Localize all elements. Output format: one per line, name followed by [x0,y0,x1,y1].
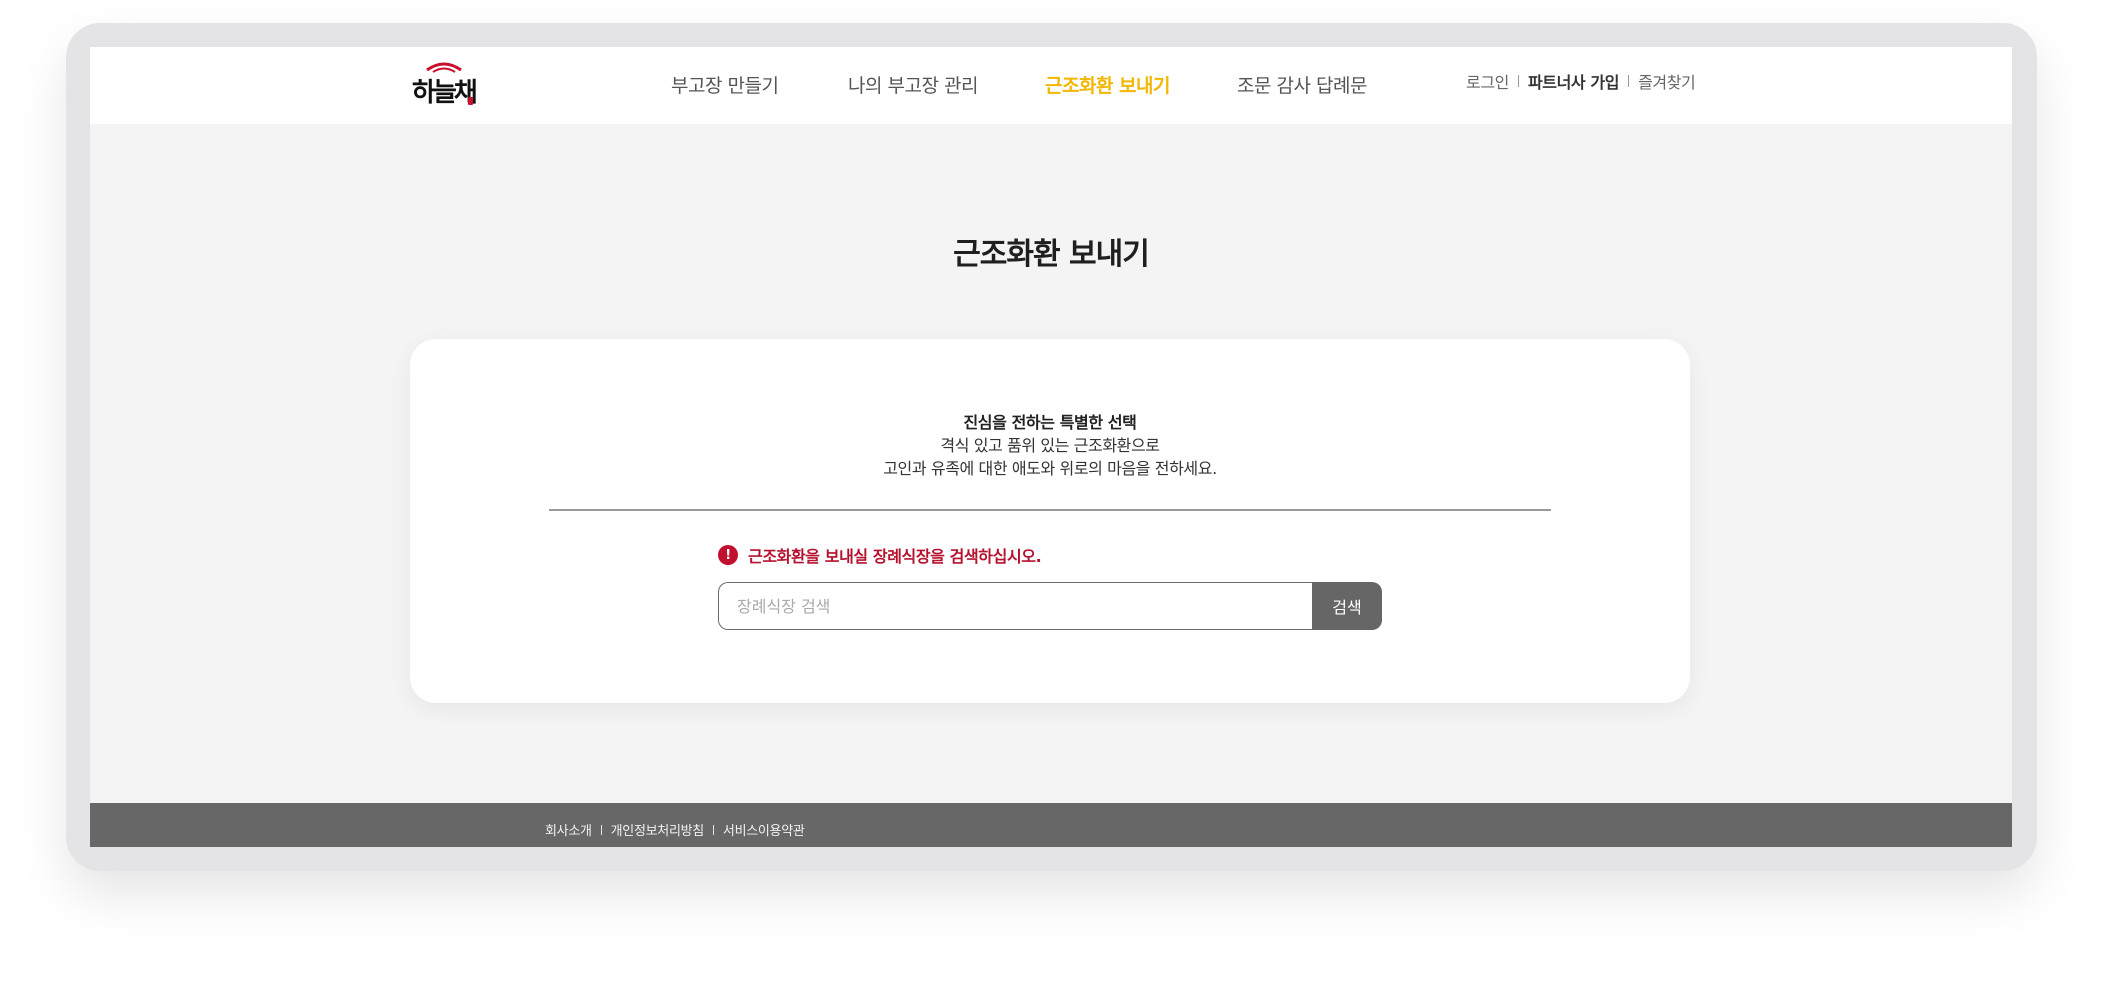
notice-text: 근조화환을 보내실 장례식장을 검색하십시오. [748,547,1042,566]
nav-item-send-wreath[interactable]: 근조화환 보내기 [1045,71,1170,98]
site-header: 하늘채 부고장 만들기 나의 부고장 관리 근조화환 보내기 조문 감사 답례문… [90,47,2012,124]
partner-signup-link[interactable]: 파트너사 가입 [1528,69,1619,93]
login-link[interactable]: 로그인 [1466,69,1509,93]
footer-divider [600,824,602,835]
site-footer: 회사소개 개인정보처리방침 서비스이용약관 [90,803,2012,847]
wreath-search-card: 진심을 전하는 특별한 선택 격식 있고 품위 있는 근조화환으로 고인과 유족… [410,339,1690,703]
footer-link-company[interactable]: 회사소개 [545,820,592,839]
util-links: 로그인 파트너사 가입 즐겨찾기 [1466,69,1696,93]
search-notice: ! 근조화환을 보내실 장례식장을 검색하십시오. [718,543,1042,567]
intro-line-1: 격식 있고 품위 있는 근조화환으로 [940,436,1160,455]
device-frame: 하늘채 부고장 만들기 나의 부고장 관리 근조화환 보내기 조문 감사 답례문… [66,23,2037,871]
footer-link-privacy[interactable]: 개인정보처리방침 [611,820,705,839]
page-title: 근조화환 보내기 [953,237,1150,272]
seal-icon [468,97,473,105]
footer-links: 회사소개 개인정보처리방침 서비스이용약관 [545,820,805,839]
intro-line-2: 고인과 유족에 대한 애도와 위로의 마음을 전하세요. [883,459,1217,478]
bookmark-link[interactable]: 즐겨찾기 [1638,69,1696,93]
nav-item-manage-obituary[interactable]: 나의 부고장 관리 [848,71,978,98]
nav-item-thank-you-note[interactable]: 조문 감사 답례문 [1237,71,1367,98]
util-divider [1628,75,1630,87]
nav-item-make-obituary[interactable]: 부고장 만들기 [671,71,779,98]
alert-icon: ! [718,545,738,565]
funeral-hall-search-input[interactable] [718,582,1312,630]
footer-divider [712,824,714,835]
footer-link-terms[interactable]: 서비스이용약관 [723,820,805,839]
util-divider [1517,75,1519,87]
browser-screen: 하늘채 부고장 만들기 나의 부고장 관리 근조화환 보내기 조문 감사 답례문… [90,47,2012,847]
intro-lead: 진심을 전하는 특별한 선택 [963,413,1137,432]
logo-text: 하늘채 [412,78,478,108]
search-button[interactable]: 검색 [1312,582,1382,630]
logo[interactable]: 하늘채 [412,61,478,108]
funeral-hall-search: 검색 [718,582,1382,630]
intro-text: 진심을 전하는 특별한 선택 격식 있고 품위 있는 근조화환으로 고인과 유족… [410,411,1690,480]
divider [549,509,1551,511]
